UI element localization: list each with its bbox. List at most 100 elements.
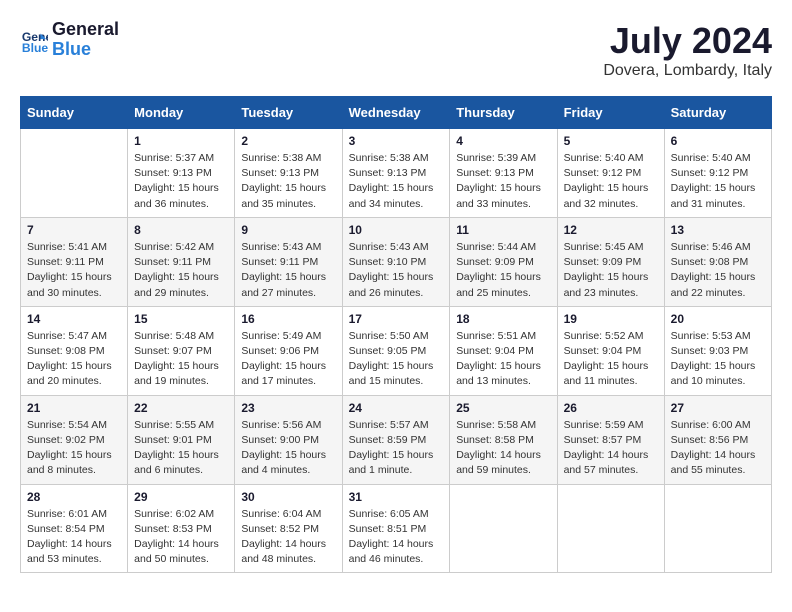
day-cell: 7Sunrise: 5:41 AMSunset: 9:11 PMDaylight… xyxy=(21,217,128,306)
day-number: 5 xyxy=(564,134,658,148)
day-info: Sunrise: 5:50 AMSunset: 9:05 PMDaylight:… xyxy=(349,329,444,390)
day-cell: 29Sunrise: 6:02 AMSunset: 8:53 PMDayligh… xyxy=(128,484,235,573)
day-info: Sunrise: 5:40 AMSunset: 9:12 PMDaylight:… xyxy=(564,151,658,212)
day-number: 23 xyxy=(241,401,335,415)
day-cell: 23 Sunrise: 5:56 AMSunset: 9:00 PMDayligh… xyxy=(235,395,342,484)
day-cell: 21 Sunrise: 5:54 AMSunset: 9:02 PMDayligh… xyxy=(21,395,128,484)
day-cell: 14Sunrise: 5:47 AMSunset: 9:08 PMDayligh… xyxy=(21,306,128,395)
day-cell xyxy=(557,484,664,573)
day-info: Sunrise: 5:52 AMSunset: 9:04 PMDaylight:… xyxy=(564,329,658,390)
day-info: Sunrise: 5:57 AMSunset: 8:59 PMDaylight:… xyxy=(349,418,444,479)
day-cell: 30 Sunrise: 6:04 AMSunset: 8:52 PMDayligh… xyxy=(235,484,342,573)
day-info: Sunrise: 6:05 AMSunset: 8:51 PMDaylight:… xyxy=(349,507,444,568)
day-info: Sunrise: 5:51 AMSunset: 9:04 PMDaylight:… xyxy=(456,329,550,390)
day-info: Sunrise: 5:44 AMSunset: 9:09 PMDaylight:… xyxy=(456,240,550,301)
day-info: Sunrise: 5:43 AMSunset: 9:11 PMDaylight:… xyxy=(241,240,335,301)
week-row-2: 7Sunrise: 5:41 AMSunset: 9:11 PMDaylight… xyxy=(21,217,772,306)
day-number: 31 xyxy=(349,490,444,504)
logo-text: General Blue xyxy=(52,20,119,60)
day-info: Sunrise: 5:40 AMSunset: 9:12 PMDaylight:… xyxy=(671,151,765,212)
day-cell: 26 Sunrise: 5:59 AMSunset: 8:57 PMDayligh… xyxy=(557,395,664,484)
day-info: Sunrise: 5:45 AMSunset: 9:09 PMDaylight:… xyxy=(564,240,658,301)
week-row-4: 21 Sunrise: 5:54 AMSunset: 9:02 PMDayligh… xyxy=(21,395,772,484)
day-info: Sunrise: 5:43 AMSunset: 9:10 PMDaylight:… xyxy=(349,240,444,301)
page-header: General Blue General Blue July 2024 Dove… xyxy=(20,20,772,80)
day-cell xyxy=(450,484,557,573)
day-number: 30 xyxy=(241,490,335,504)
day-number: 11 xyxy=(456,223,550,237)
day-info: Sunrise: 5:38 AMSunset: 9:13 PMDaylight:… xyxy=(241,151,335,212)
day-info: Sunrise: 5:53 AMSunset: 9:03 PMDaylight:… xyxy=(671,329,765,390)
col-header-friday: Friday xyxy=(557,97,664,129)
day-number: 19 xyxy=(564,312,658,326)
day-cell: 8 Sunrise: 5:42 AMSunset: 9:11 PMDaylight… xyxy=(128,217,235,306)
day-number: 28 xyxy=(27,490,121,504)
col-header-saturday: Saturday xyxy=(664,97,771,129)
day-info: Sunrise: 5:49 AMSunset: 9:06 PMDaylight:… xyxy=(241,329,335,390)
day-cell: 19 Sunrise: 5:52 AMSunset: 9:04 PMDayligh… xyxy=(557,306,664,395)
day-info: Sunrise: 5:48 AMSunset: 9:07 PMDaylight:… xyxy=(134,329,228,390)
logo: General Blue General Blue xyxy=(20,20,119,60)
week-row-1: 1Sunrise: 5:37 AMSunset: 9:13 PMDaylight… xyxy=(21,129,772,218)
day-number: 1 xyxy=(134,134,228,148)
day-cell: 22 Sunrise: 5:55 AMSunset: 9:01 PMDayligh… xyxy=(128,395,235,484)
day-number: 26 xyxy=(564,401,658,415)
day-number: 15 xyxy=(134,312,228,326)
day-number: 17 xyxy=(349,312,444,326)
day-number: 8 xyxy=(134,223,228,237)
col-header-monday: Monday xyxy=(128,97,235,129)
day-number: 24 xyxy=(349,401,444,415)
day-number: 12 xyxy=(564,223,658,237)
day-cell xyxy=(21,129,128,218)
day-number: 22 xyxy=(134,401,228,415)
day-cell: 12 Sunrise: 5:45 AMSunset: 9:09 PMDayligh… xyxy=(557,217,664,306)
day-cell: 9 Sunrise: 5:43 AMSunset: 9:11 PMDaylight… xyxy=(235,217,342,306)
col-header-wednesday: Wednesday xyxy=(342,97,450,129)
day-number: 25 xyxy=(456,401,550,415)
week-row-3: 14Sunrise: 5:47 AMSunset: 9:08 PMDayligh… xyxy=(21,306,772,395)
day-cell: 28 Sunrise: 6:01 AMSunset: 8:54 PMDayligh… xyxy=(21,484,128,573)
col-header-sunday: Sunday xyxy=(21,97,128,129)
day-cell: 5 Sunrise: 5:40 AMSunset: 9:12 PMDaylight… xyxy=(557,129,664,218)
month-year: July 2024 xyxy=(603,20,772,62)
day-cell: 3Sunrise: 5:38 AMSunset: 9:13 PMDaylight… xyxy=(342,129,450,218)
logo-icon: General Blue xyxy=(20,26,48,54)
day-number: 10 xyxy=(349,223,444,237)
day-number: 3 xyxy=(349,134,444,148)
day-cell xyxy=(664,484,771,573)
location: Dovera, Lombardy, Italy xyxy=(603,62,772,80)
day-info: Sunrise: 5:55 AMSunset: 9:01 PMDaylight:… xyxy=(134,418,228,479)
day-info: Sunrise: 6:00 AMSunset: 8:56 PMDaylight:… xyxy=(671,418,765,479)
day-number: 2 xyxy=(241,134,335,148)
week-row-5: 28 Sunrise: 6:01 AMSunset: 8:54 PMDayligh… xyxy=(21,484,772,573)
day-cell: 25 Sunrise: 5:58 AMSunset: 8:58 PMDayligh… xyxy=(450,395,557,484)
day-cell: 24 Sunrise: 5:57 AMSunset: 8:59 PMDayligh… xyxy=(342,395,450,484)
day-info: Sunrise: 5:56 AMSunset: 9:00 PMDaylight:… xyxy=(241,418,335,479)
day-info: Sunrise: 5:59 AMSunset: 8:57 PMDaylight:… xyxy=(564,418,658,479)
day-number: 9 xyxy=(241,223,335,237)
day-info: Sunrise: 6:04 AMSunset: 8:52 PMDaylight:… xyxy=(241,507,335,568)
day-cell: 31 Sunrise: 6:05 AMSunset: 8:51 PMDayligh… xyxy=(342,484,450,573)
day-number: 20 xyxy=(671,312,765,326)
day-cell: 1Sunrise: 5:37 AMSunset: 9:13 PMDaylight… xyxy=(128,129,235,218)
day-cell: 18Sunrise: 5:51 AMSunset: 9:04 PMDayligh… xyxy=(450,306,557,395)
day-info: Sunrise: 5:54 AMSunset: 9:02 PMDaylight:… xyxy=(27,418,121,479)
day-cell: 15 Sunrise: 5:48 AMSunset: 9:07 PMDayligh… xyxy=(128,306,235,395)
day-number: 27 xyxy=(671,401,765,415)
day-cell: 17 Sunrise: 5:50 AMSunset: 9:05 PMDayligh… xyxy=(342,306,450,395)
day-cell: 20 Sunrise: 5:53 AMSunset: 9:03 PMDayligh… xyxy=(664,306,771,395)
day-info: Sunrise: 5:42 AMSunset: 9:11 PMDaylight:… xyxy=(134,240,228,301)
svg-text:Blue: Blue xyxy=(22,41,48,54)
day-info: Sunrise: 5:58 AMSunset: 8:58 PMDaylight:… xyxy=(456,418,550,479)
day-cell: 13Sunrise: 5:46 AMSunset: 9:08 PMDayligh… xyxy=(664,217,771,306)
day-cell: 2 Sunrise: 5:38 AMSunset: 9:13 PMDaylight… xyxy=(235,129,342,218)
day-info: Sunrise: 5:46 AMSunset: 9:08 PMDaylight:… xyxy=(671,240,765,301)
day-info: Sunrise: 6:02 AMSunset: 8:53 PMDaylight:… xyxy=(134,507,228,568)
day-cell: 10 Sunrise: 5:43 AMSunset: 9:10 PMDayligh… xyxy=(342,217,450,306)
day-number: 6 xyxy=(671,134,765,148)
day-cell: 4Sunrise: 5:39 AMSunset: 9:13 PMDaylight… xyxy=(450,129,557,218)
day-cell: 6 Sunrise: 5:40 AMSunset: 9:12 PMDaylight… xyxy=(664,129,771,218)
calendar-table: SundayMondayTuesdayWednesdayThursdayFrid… xyxy=(20,96,772,573)
day-info: Sunrise: 6:01 AMSunset: 8:54 PMDaylight:… xyxy=(27,507,121,568)
day-number: 21 xyxy=(27,401,121,415)
